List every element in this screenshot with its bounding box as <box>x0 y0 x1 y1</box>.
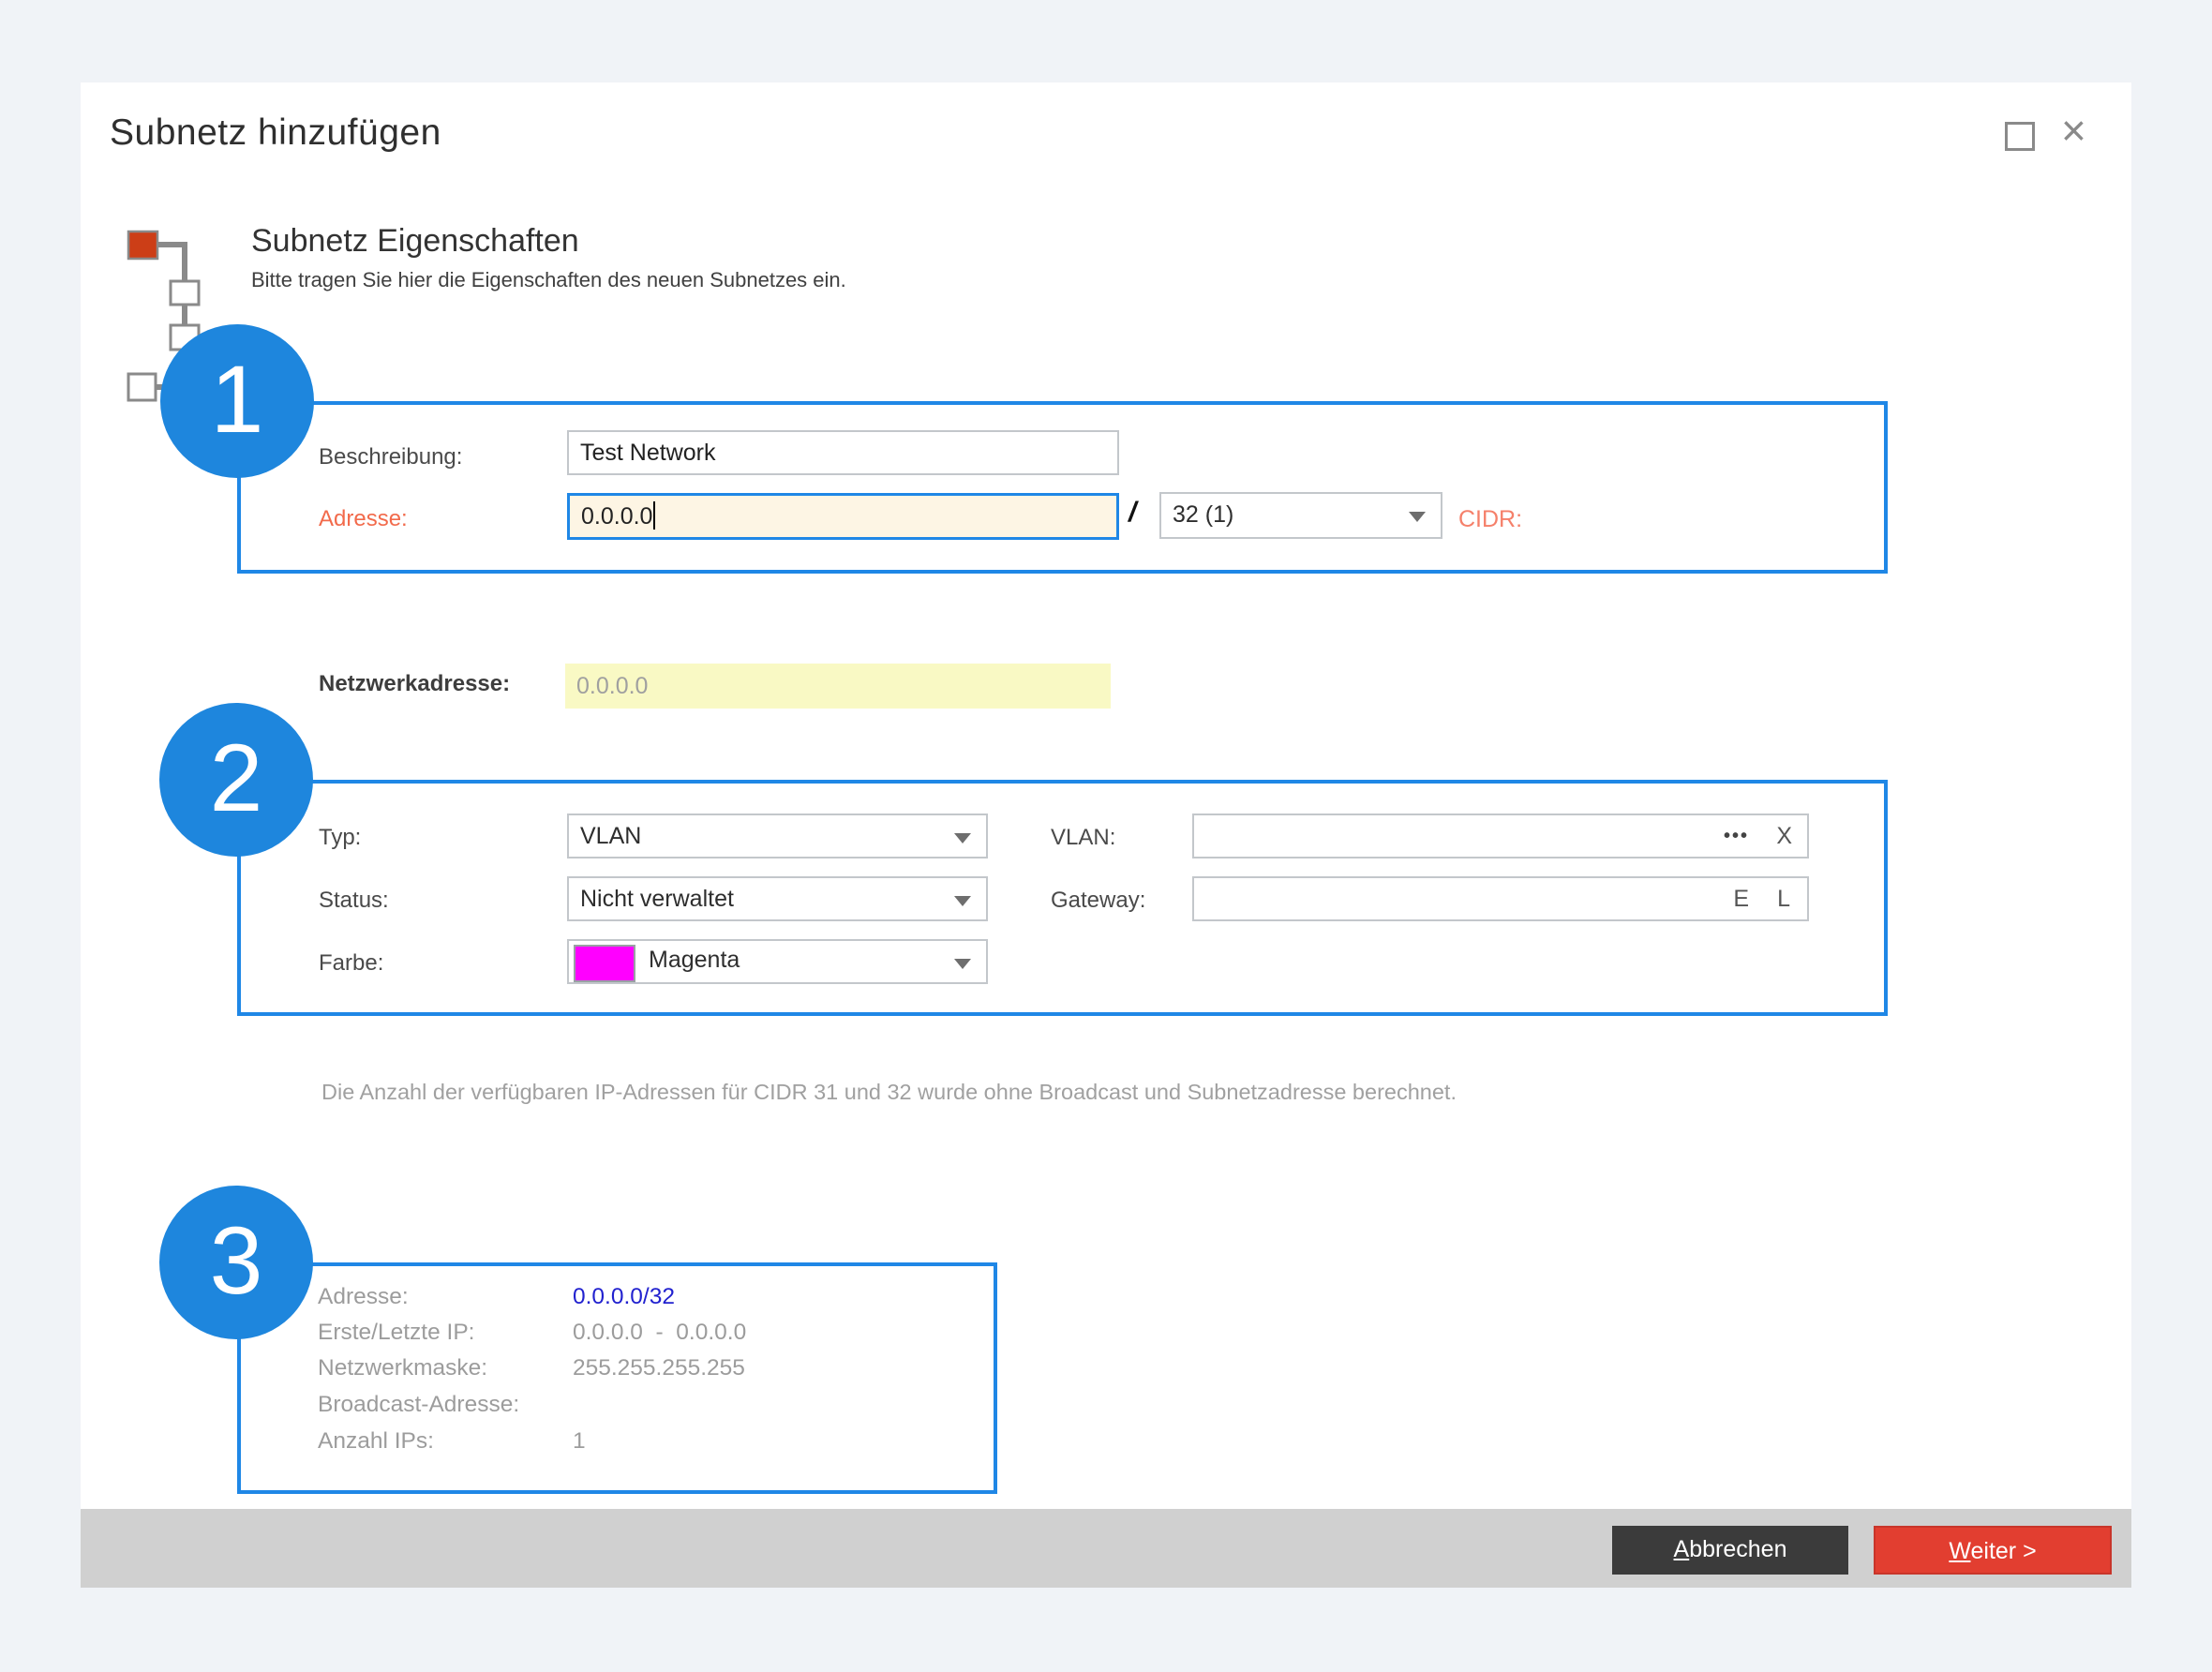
beschreibung-label: Beschreibung: <box>319 444 462 470</box>
summary-first-last-ip-label: Erste/Letzte IP: <box>318 1320 475 1346</box>
summary-adresse-label: Adresse: <box>318 1284 409 1310</box>
annotation-circle-2: 2 <box>159 703 313 857</box>
next-button[interactable]: Weiter > <box>1874 1526 2112 1575</box>
cidr-selected-value: 32 (1) <box>1173 501 1233 528</box>
summary-netzwerkmaske-label: Netzwerkmaske: <box>318 1355 487 1381</box>
screen-background: Subnetz hinzufügen × Subnetz Eigenschaft… <box>0 0 2212 1672</box>
status-selected-value: Nicht verwaltet <box>580 886 734 912</box>
summary-first-last-ip-value: 0.0.0.0 - 0.0.0.0 <box>573 1320 746 1346</box>
cancel-label-rest: bbrechen <box>1689 1536 1786 1562</box>
vlan-input[interactable]: ••• X <box>1192 814 1809 858</box>
status-dropdown[interactable]: Nicht verwaltet <box>567 876 988 921</box>
chevron-down-icon <box>1409 512 1426 522</box>
vlan-label: VLAN: <box>1051 825 1115 851</box>
gateway-label: Gateway: <box>1051 888 1145 914</box>
netzwerkadresse-label: Netzwerkadresse: <box>319 671 510 697</box>
adresse-input[interactable]: 0.0.0.0 <box>567 493 1119 540</box>
cancel-mnemonic: A <box>1674 1536 1690 1562</box>
clear-icon[interactable]: X <box>1776 815 1792 857</box>
summary-broadcast-label: Broadcast-Adresse: <box>318 1392 519 1418</box>
step-subheading: Bitte tragen Sie hier die Eigenschaften … <box>251 268 846 292</box>
dialog-title: Subnetz hinzufügen <box>110 112 441 154</box>
cidr-dropdown[interactable]: 32 (1) <box>1159 492 1442 539</box>
farbe-label: Farbe: <box>319 950 383 977</box>
cidr-separator: / <box>1128 497 1136 529</box>
section1-groupbox <box>237 401 1888 574</box>
summary-netzwerkmaske-value: 255.255.255.255 <box>573 1355 745 1381</box>
maximize-icon[interactable] <box>2005 122 2035 151</box>
cancel-button[interactable]: Abbrechen <box>1612 1526 1848 1575</box>
netzwerkadresse-value: 0.0.0.0 <box>565 664 1111 709</box>
summary-anzahl-ips-label: Anzahl IPs: <box>318 1428 434 1455</box>
color-swatch-magenta <box>574 945 635 982</box>
edit-icon[interactable]: E <box>1733 878 1749 919</box>
annotation-circle-3: 3 <box>159 1186 313 1339</box>
step-heading: Subnetz Eigenschaften <box>251 223 579 260</box>
text-caret <box>653 501 655 530</box>
typ-selected-value: VLAN <box>580 823 641 849</box>
typ-label: Typ: <box>319 825 361 851</box>
adresse-value: 0.0.0.0 <box>581 503 652 530</box>
next-mnemonic: W <box>1949 1538 1970 1564</box>
typ-dropdown[interactable]: VLAN <box>567 814 988 858</box>
status-label: Status: <box>319 888 389 914</box>
farbe-selected-value: Magenta <box>649 939 740 980</box>
adresse-label: Adresse: <box>319 506 408 532</box>
chevron-down-icon <box>954 959 971 969</box>
lookup-icon[interactable]: L <box>1777 878 1790 919</box>
annotation-circle-1: 1 <box>160 324 314 478</box>
gateway-input[interactable]: E L <box>1192 876 1809 921</box>
next-label-rest: eiter > <box>1970 1538 2036 1564</box>
chevron-down-icon <box>954 896 971 906</box>
summary-adresse-value: 0.0.0.0/32 <box>573 1284 675 1310</box>
summary-anzahl-ips-value: 1 <box>573 1428 586 1455</box>
more-options-icon[interactable]: ••• <box>1724 815 1749 857</box>
close-icon[interactable]: × <box>2061 105 2086 156</box>
beschreibung-input[interactable]: Test Network <box>567 430 1119 475</box>
chevron-down-icon <box>954 833 971 843</box>
cidr-label: CIDR: <box>1458 506 1522 533</box>
cidr-info-text: Die Anzahl der verfügbaren IP-Adressen f… <box>321 1080 1457 1105</box>
